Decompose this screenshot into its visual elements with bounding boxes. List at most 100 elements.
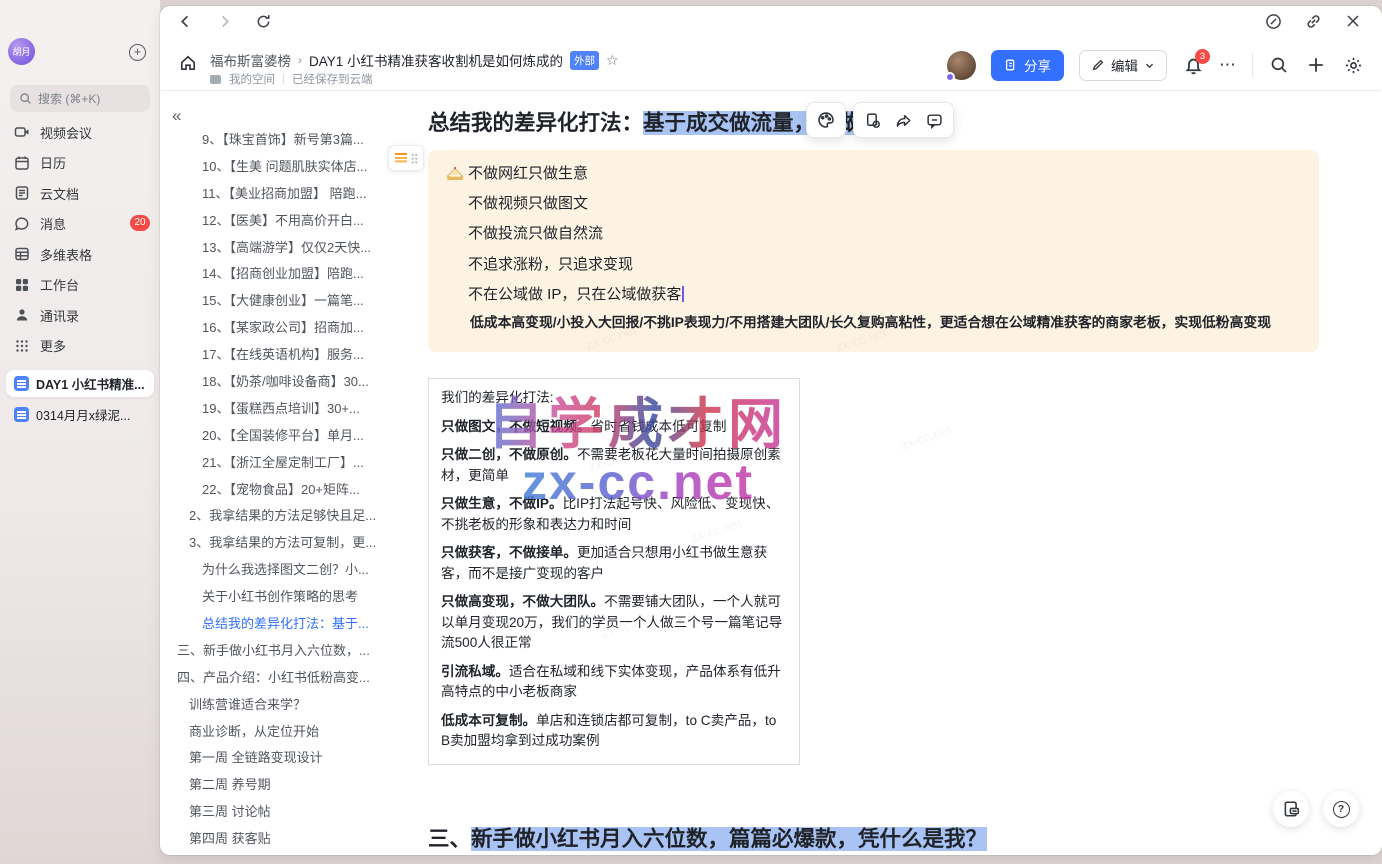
outline-item[interactable]: 19、【蛋糕西点培训】30+... xyxy=(165,396,423,423)
sidebar-item-calendar[interactable]: 日历 xyxy=(0,148,160,179)
outline-item[interactable]: 11、【美业招商加盟】 陪跑... xyxy=(165,181,423,208)
copy-link-icon[interactable] xyxy=(864,112,881,129)
pinned-doc-day1[interactable]: DAY1 小红书精准... xyxy=(6,370,154,397)
outline-item[interactable]: 第二周 养号期 xyxy=(165,772,423,799)
settings-button[interactable] xyxy=(1342,54,1364,76)
drag-handle-icon xyxy=(411,153,418,164)
outline-item[interactable]: 第一周 全链路变现设计 xyxy=(165,745,423,772)
forward-share-icon[interactable] xyxy=(895,112,912,129)
global-search-button[interactable] xyxy=(1268,54,1290,76)
sidebar: 胡月 + 搜索 (⌘+K) 视频会议 日历 云文档 消息 20 xyxy=(0,0,160,864)
comment-icon[interactable] xyxy=(926,112,943,129)
window-icons xyxy=(1262,10,1364,32)
divider xyxy=(1252,53,1253,77)
outline-item[interactable]: 三、新手做小红书月入六位数，... xyxy=(165,638,423,665)
home-button[interactable] xyxy=(173,48,203,78)
sidebar-item-workbench[interactable]: 工作台 xyxy=(0,270,160,301)
outline-item[interactable]: 商业诊断，从定位开始 xyxy=(165,719,423,746)
outline-item[interactable]: 9、【珠宝首饰】新号第3篇... xyxy=(165,127,423,154)
compass-icon[interactable] xyxy=(1262,10,1284,32)
sidebar-item-video-meeting[interactable]: 视频会议 xyxy=(0,117,160,148)
close-icon[interactable] xyxy=(1342,10,1364,32)
add-button[interactable]: + xyxy=(129,44,146,61)
breadcrumb-separator: › xyxy=(298,53,302,67)
outline-item[interactable]: 关于小红书创作策略的思考 xyxy=(165,584,423,611)
sidebar-nav: 视频会议 日历 云文档 消息 20 多维表格 工作台 xyxy=(0,117,160,361)
callout-line: 不做投流只做自然流 xyxy=(468,219,1305,249)
pinned-doc-0314[interactable]: 0314月月x绿泥... xyxy=(6,401,154,428)
table-row: 只做高变现，不做大团队。不需要铺大团队，一个人就可以单月变现20万，我们的学员一… xyxy=(441,592,787,654)
outline-item[interactable]: 13、【高端游学】仅仅2天快... xyxy=(165,235,423,262)
outline-item[interactable]: 为什么我选择图文二创？小... xyxy=(165,557,423,584)
section-heading-newbie[interactable]: 三、新手做小红书月入六位数，篇篇必爆款，凭什么是我？ xyxy=(428,822,987,853)
more-options-button[interactable]: ⋯ xyxy=(1219,55,1237,75)
home-icon xyxy=(179,54,197,72)
feedback-button[interactable] xyxy=(1273,791,1309,827)
outline-item[interactable]: 22、【宠物食品】20+矩阵... xyxy=(165,477,423,504)
search-input[interactable]: 搜索 (⌘+K) xyxy=(10,85,150,112)
table-row-lead: 只做获客，不做接单。 xyxy=(441,545,577,560)
outline-item[interactable]: 17、【在线英语机构】服务... xyxy=(165,342,423,369)
doc-icon xyxy=(14,407,29,422)
reload-icon[interactable] xyxy=(252,10,274,32)
sidebar-item-contacts[interactable]: 通讯录 xyxy=(0,300,160,331)
outline-item[interactable]: 16、【某家政公司】招商加... xyxy=(165,315,423,342)
table-title: 我们的差异化打法: xyxy=(441,388,787,409)
palette-icon[interactable] xyxy=(817,111,835,129)
outline-item[interactable]: 12、【医美】不用高价开白... xyxy=(165,208,423,235)
save-status: 已经保存到云端 xyxy=(292,71,373,87)
folder-icon xyxy=(210,75,221,84)
outline-item[interactable]: 3、我拿结果的方法可复制，更... xyxy=(165,530,423,557)
chevron-down-icon xyxy=(1144,60,1155,71)
sidebar-item-messages[interactable]: 消息 20 xyxy=(0,209,160,240)
space-name[interactable]: 我的空间 xyxy=(229,71,275,87)
outline-item-active[interactable]: 总结我的差异化打法：基于... xyxy=(165,611,423,638)
share-label: 分享 xyxy=(1024,55,1051,75)
new-doc-button[interactable] xyxy=(1305,54,1327,76)
table-row-lead: 只做高变现，不做大团队。 xyxy=(441,594,604,609)
callout-lines: 不做网红只做生意 不做视频只做图文 不做投流只做自然流 不追求涨粉，只追求变现 … xyxy=(468,159,1305,334)
sidebar-item-label: 视频会议 xyxy=(40,123,92,142)
callout-block[interactable]: 不做网红只做生意 不做视频只做图文 不做投流只做自然流 不追求涨粉，只追求变现 … xyxy=(428,150,1319,352)
outline-item[interactable]: 14、【招商创业加盟】陪跑... xyxy=(165,261,423,288)
outline-item[interactable]: 2、我拿结果的方法足够快且足... xyxy=(165,503,423,530)
outline-toggle-widget[interactable] xyxy=(388,145,424,171)
pinned-doc-label: 0314月月x绿泥... xyxy=(36,405,130,424)
back-icon[interactable] xyxy=(174,10,196,32)
table-row: 只做获客，不做接单。更加适合只想用小红书做生意获客，而不是接广变现的客户 xyxy=(441,543,787,584)
outline-item[interactable]: 15、【大健康创业】一篇笔... xyxy=(165,288,423,315)
edit-button[interactable]: 编辑 xyxy=(1079,50,1167,81)
sidebar-item-docs[interactable]: 云文档 xyxy=(0,178,160,209)
gear-icon xyxy=(1344,56,1363,75)
differentiation-table[interactable]: 我们的差异化打法: 只做图文，不做短视频。省时省钱成本低可复制 只做二创，不做原… xyxy=(428,378,800,765)
notifications-button[interactable]: 3 xyxy=(1182,54,1204,76)
outline-item[interactable]: 第四周 获客贴 xyxy=(165,826,423,853)
share-button[interactable]: 分享 xyxy=(991,50,1064,81)
video-icon xyxy=(14,124,30,140)
sidebar-item-more[interactable]: 更多 xyxy=(0,331,160,362)
more-grid-icon xyxy=(14,338,30,354)
doc-comment-icon xyxy=(1282,800,1300,818)
outline-item[interactable]: 20、【全国装修平台】单月... xyxy=(165,423,423,450)
breadcrumb-parent[interactable]: 福布斯富婆榜 xyxy=(210,50,291,70)
sidebar-item-bitable[interactable]: 多维表格 xyxy=(0,239,160,270)
text-cursor xyxy=(682,286,684,302)
outline-item[interactable]: 10、【生美 问题肌肤实体店... xyxy=(165,154,423,181)
outline-item[interactable]: 第三周 讨论帖 xyxy=(165,799,423,826)
table-row-lead: 只做二创，不做原创。 xyxy=(441,447,577,462)
search-icon xyxy=(1270,56,1288,74)
forward-icon[interactable] xyxy=(213,10,235,32)
link-icon[interactable] xyxy=(1302,10,1324,32)
outline-item[interactable]: 四、产品介绍：小红书低粉高变... xyxy=(165,665,423,692)
table-row: 低成本可复制。单店和连锁店都可复制，to C卖产品，to B卖加盟均拿到过成功案… xyxy=(441,711,787,752)
avatar[interactable] xyxy=(947,51,976,80)
outline-item[interactable]: 训练营谁适合来学？ xyxy=(165,692,423,719)
heading-selected-text: 新手做小红书月入六位数，篇篇必爆款，凭什么是我？ xyxy=(471,827,987,851)
help-button[interactable]: ? xyxy=(1323,791,1359,827)
sidebar-item-label: 日历 xyxy=(40,153,66,172)
star-icon[interactable]: ☆ xyxy=(606,52,619,69)
outline-collapse-button[interactable]: « xyxy=(172,106,181,126)
outline-item[interactable]: 21、【浙江全屋定制工厂】... xyxy=(165,450,423,477)
outline-item[interactable]: 18、【奶茶/咖啡设备商】30... xyxy=(165,369,423,396)
user-avatar-sidebar[interactable]: 胡月 xyxy=(8,38,35,65)
